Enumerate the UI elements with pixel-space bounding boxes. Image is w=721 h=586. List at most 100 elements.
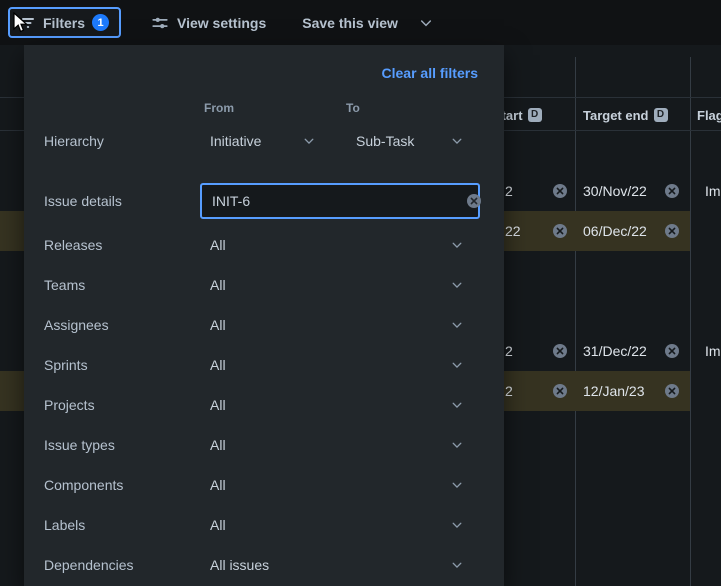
hierarchy-from-value: Initiative (210, 133, 262, 149)
filter-icon (22, 17, 34, 28)
filter-value: All (210, 277, 226, 293)
column-divider (575, 57, 576, 586)
clear-input-icon[interactable] (466, 193, 482, 214)
clear-date-icon[interactable] (664, 383, 680, 399)
issue-details-input[interactable] (200, 183, 480, 219)
hierarchy-from-dropdown[interactable]: Initiative (200, 129, 322, 153)
date-value: 30/Nov/22 (583, 183, 647, 199)
issue-details-filter-row: Issue details (36, 183, 492, 219)
date-value: 06/Dec/22 (583, 223, 647, 239)
filter-label: Assignees (44, 317, 109, 333)
clear-date-icon[interactable] (552, 223, 568, 239)
chevron-down-icon (452, 362, 462, 368)
target-start-cell[interactable]: 2 (505, 371, 568, 411)
view-settings-button[interactable]: View settings (151, 14, 266, 32)
view-settings-label: View settings (177, 14, 267, 31)
projects-dropdown[interactable]: All (200, 393, 470, 417)
filter-value: All (210, 517, 226, 533)
column-label: Target end (583, 107, 649, 123)
chevron-down-icon (452, 138, 462, 144)
chevron-down-icon (452, 282, 462, 288)
filter-label: Components (44, 477, 124, 493)
save-view-dropdown-button[interactable] (418, 15, 434, 31)
assignees-dropdown[interactable]: All (200, 313, 470, 337)
issue-types-filter-row: Issue types All (36, 433, 492, 457)
chevron-down-icon (452, 482, 462, 488)
flag-value: Im (705, 343, 721, 359)
flag-cell[interactable]: Im (705, 331, 721, 371)
date-value: 2 (505, 383, 513, 399)
clear-date-icon[interactable] (664, 223, 680, 239)
filter-value: All (210, 437, 226, 453)
labels-dropdown[interactable]: All (200, 513, 470, 537)
releases-dropdown[interactable]: All (200, 233, 470, 257)
releases-filter-row: Releases All (36, 233, 492, 257)
filter-label: Teams (44, 277, 86, 293)
issue-types-dropdown[interactable]: All (200, 433, 470, 457)
column-label: Flags (697, 107, 721, 123)
target-end-cell[interactable]: 31/Dec/22 (583, 331, 680, 371)
date-value: 2 (505, 183, 513, 199)
chevron-down-icon (420, 19, 432, 26)
filter-label: Projects (44, 397, 95, 413)
column-header-flags: Flags (697, 98, 721, 132)
chevron-down-icon (452, 402, 462, 408)
days-badge-icon: D (653, 108, 668, 122)
chevron-down-icon (452, 322, 462, 328)
flag-cell[interactable]: Im (705, 171, 721, 211)
filter-value: All (210, 317, 226, 333)
flag-cell[interactable] (705, 211, 721, 251)
clear-all-filters-link[interactable]: Clear all filters (382, 65, 479, 81)
chevron-down-icon (304, 138, 314, 144)
filter-value: All (210, 397, 226, 413)
dependencies-dropdown[interactable]: All issues (200, 553, 470, 577)
filter-label: Labels (44, 517, 86, 533)
target-end-cell[interactable]: 12/Jan/23 (583, 371, 680, 411)
days-badge-icon: D (527, 108, 542, 122)
date-value: 22 (505, 223, 521, 239)
hierarchy-to-value: Sub-Task (356, 133, 415, 149)
filter-count-badge: 1 (92, 14, 110, 31)
filters-button-label: Filters (43, 14, 86, 31)
date-value: 2 (505, 343, 513, 359)
sliders-icon (152, 17, 168, 28)
target-start-cell[interactable]: 22 (505, 211, 568, 251)
filter-label: Dependencies (44, 557, 134, 573)
date-value: 12/Jan/23 (583, 383, 645, 399)
filters-button[interactable]: Filters 1 (8, 7, 122, 38)
filter-value: All issues (210, 557, 270, 573)
date-value: 31/Dec/22 (583, 343, 647, 359)
sprints-filter-row: Sprints All (36, 353, 492, 377)
components-dropdown[interactable]: All (200, 473, 470, 497)
clear-date-icon[interactable] (552, 183, 568, 199)
target-start-cell[interactable]: 2 (505, 331, 568, 371)
target-start-cell[interactable]: 2 (505, 171, 568, 211)
filter-value: All (210, 357, 226, 373)
flag-cell[interactable] (705, 371, 721, 411)
range-column-headers: From To (36, 101, 492, 125)
filters-panel: Clear all filters From To Hierarchy Init… (24, 45, 504, 586)
target-end-cell[interactable]: 06/Dec/22 (583, 211, 680, 251)
hierarchy-to-dropdown[interactable]: Sub-Task (346, 129, 470, 153)
to-column-label: To (346, 101, 360, 115)
target-end-cell[interactable]: 30/Nov/22 (583, 171, 680, 211)
clear-date-icon[interactable] (664, 183, 680, 199)
save-this-view-button[interactable]: Save this view (302, 15, 398, 31)
clear-date-icon[interactable] (664, 343, 680, 359)
issue-details-label: Issue details (44, 193, 122, 209)
projects-filter-row: Projects All (36, 393, 492, 417)
chevron-down-icon (452, 442, 462, 448)
filter-value: All (210, 477, 226, 493)
teams-dropdown[interactable]: All (200, 273, 470, 297)
save-this-view-label: Save this view (302, 14, 398, 31)
teams-filter-row: Teams All (36, 273, 492, 297)
clear-date-icon[interactable] (552, 343, 568, 359)
clear-date-icon[interactable] (552, 383, 568, 399)
components-filter-row: Components All (36, 473, 492, 497)
sprints-dropdown[interactable]: All (200, 353, 470, 377)
filter-value: All (210, 237, 226, 253)
filter-label: Releases (44, 237, 103, 253)
hierarchy-label: Hierarchy (44, 133, 104, 149)
dependencies-filter-row: Dependencies All issues (36, 553, 492, 577)
assignees-filter-row: Assignees All (36, 313, 492, 337)
